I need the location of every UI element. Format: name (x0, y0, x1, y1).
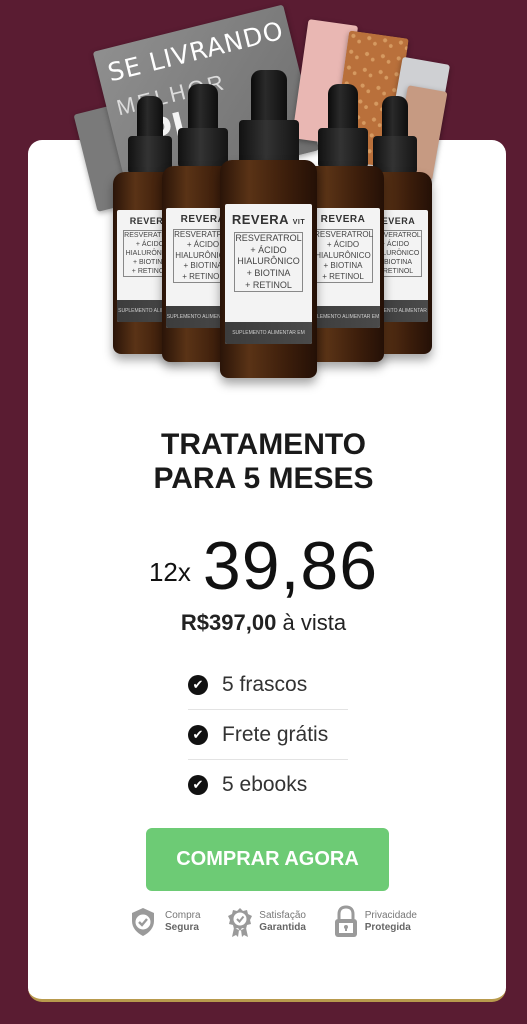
cash-price-value: R$397,00 (180, 610, 277, 635)
badge-line: Privacidade (364, 910, 417, 921)
medal-check-icon (228, 908, 253, 937)
offer-title-line: TRATAMENTO (161, 428, 366, 461)
badge-line-strong: Garantida (259, 922, 306, 933)
feature-label: 5 frascos (222, 672, 308, 696)
installment-price: 12x 39,86 (0, 527, 527, 605)
list-item: ✔ 5 ebooks (188, 760, 348, 809)
product-image: SE LIVRANDO DA MELHOR PL REVERA RESVERAT… (0, 0, 527, 390)
feature-list: ✔ 5 frascos ✔ Frete grátis ✔ 5 ebooks (188, 660, 348, 809)
badge-line-strong: Protegida (364, 922, 411, 933)
feature-label: 5 ebooks (222, 772, 308, 796)
list-item: ✔ Frete grátis (188, 710, 348, 760)
trust-badge: Satisfação Garantida (227, 905, 306, 939)
bottle-brand: REVERA (320, 214, 366, 225)
badge-line: Compra (165, 910, 201, 921)
bottle-footer: SUPLEMENTO ALIMENTAR EM GOTAS (224, 322, 313, 344)
installments-count: 12x (148, 557, 191, 587)
offer-title: TRATAMENTO PARA 5 MESES (0, 428, 527, 496)
trust-badge: Privacidade Protegida (333, 905, 417, 939)
feature-label: Frete grátis (222, 722, 329, 746)
badge-line: Satisfação (259, 910, 306, 921)
check-circle-icon: ✔ (188, 774, 208, 795)
shield-check-icon (132, 908, 154, 936)
list-item: ✔ 5 frascos (188, 660, 348, 710)
cash-price: R$397,00 à vista (0, 610, 527, 636)
bottle-brand: REVERA VIT (231, 212, 306, 227)
lock-icon (334, 905, 357, 937)
installment-value: 39,86 (202, 528, 379, 604)
bottle-footer: SUPLEMENTO ALIMENTAR EM GOTAS (306, 306, 380, 328)
badge-line-strong: Segura (165, 922, 199, 933)
serum-bottle-front: REVERA VIT RESVERATROL + ÁCIDO HIALURÔNICO… (220, 70, 317, 378)
buy-now-button[interactable]: COMPRAR AGORA (146, 828, 389, 891)
trust-badges: Compra Segura Satisfação Garantida Privaci… (127, 905, 417, 939)
offer-title-line: PARA 5 MESES (153, 462, 374, 495)
trust-badge: Compra Segura (127, 905, 201, 939)
check-circle-icon: ✔ (188, 674, 208, 695)
bottle-ingredients: RESVERATROL + ÁCIDO HIALURÔNICO + BIOTINA + … (233, 232, 304, 293)
check-circle-icon: ✔ (188, 724, 208, 745)
cash-price-label: à vista (282, 610, 347, 635)
bottle-ingredients: RESVERATROL + ÁCIDO HIALURÔNICO + BIOTINA + … (313, 229, 373, 283)
